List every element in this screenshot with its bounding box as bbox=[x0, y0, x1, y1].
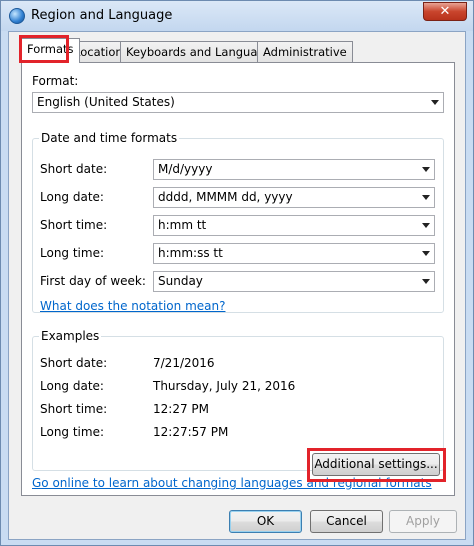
chevron-down-icon bbox=[422, 251, 430, 256]
example-long-date-label: Long date: bbox=[40, 379, 104, 393]
example-short-time-value: 12:27 PM bbox=[153, 402, 209, 416]
first-day-of-week-value: Sunday bbox=[158, 274, 203, 288]
globe-icon bbox=[9, 8, 25, 24]
tab-administrative[interactable]: Administrative bbox=[257, 41, 353, 62]
example-long-date-value: Thursday, July 21, 2016 bbox=[153, 379, 296, 393]
format-combobox[interactable]: English (United States) bbox=[32, 92, 444, 113]
window-title: Region and Language bbox=[31, 8, 173, 23]
short-date-value: M/d/yyyy bbox=[158, 162, 213, 176]
format-label: Format: bbox=[32, 74, 79, 88]
go-online-link[interactable]: Go online to learn about changing langua… bbox=[32, 476, 432, 490]
format-value: English (United States) bbox=[37, 95, 175, 109]
short-time-combobox[interactable]: h:mm tt bbox=[153, 215, 435, 236]
close-button[interactable]: ✕ bbox=[423, 2, 467, 21]
long-time-label: Long time: bbox=[40, 246, 105, 260]
short-time-value: h:mm tt bbox=[158, 218, 207, 232]
first-day-of-week-combobox[interactable]: Sunday bbox=[153, 271, 435, 292]
example-long-time-label: Long time: bbox=[40, 425, 105, 439]
long-date-combobox[interactable]: dddd, MMMM dd, yyyy bbox=[153, 187, 435, 208]
examples-title: Examples bbox=[39, 329, 102, 343]
cancel-button[interactable]: Cancel bbox=[310, 510, 383, 533]
title-bar: Region and Language ✕ bbox=[1, 1, 473, 31]
additional-settings-button[interactable]: Additional settings... bbox=[312, 453, 440, 476]
short-time-label: Short time: bbox=[40, 218, 108, 232]
chevron-down-icon bbox=[422, 195, 430, 200]
tab-formats[interactable]: Formats bbox=[21, 38, 80, 63]
apply-button[interactable]: Apply bbox=[389, 510, 457, 533]
chevron-down-icon bbox=[422, 279, 430, 284]
ok-button[interactable]: OK bbox=[229, 510, 302, 533]
dialog-client-area: Formats Location Keyboards and Languages… bbox=[8, 31, 466, 540]
chevron-down-icon bbox=[431, 100, 439, 105]
short-date-combobox[interactable]: M/d/yyyy bbox=[153, 159, 435, 180]
long-date-value: dddd, MMMM dd, yyyy bbox=[158, 190, 293, 204]
formats-tab-page: Format: English (United States) Date and… bbox=[21, 62, 455, 496]
example-long-time-value: 12:27:57 PM bbox=[153, 425, 229, 439]
region-and-language-window: Region and Language ✕ Formats Location K… bbox=[0, 0, 474, 546]
example-short-time-label: Short time: bbox=[40, 402, 108, 416]
example-short-date-value: 7/21/2016 bbox=[153, 356, 215, 370]
long-time-value: h:mm:ss tt bbox=[158, 246, 223, 260]
long-date-label: Long date: bbox=[40, 190, 104, 204]
date-time-formats-title: Date and time formats bbox=[39, 131, 180, 145]
notation-help-link[interactable]: What does the notation mean? bbox=[40, 299, 225, 313]
chevron-down-icon bbox=[422, 167, 430, 172]
short-date-label: Short date: bbox=[40, 162, 108, 176]
first-day-of-week-label: First day of week: bbox=[40, 274, 146, 288]
long-time-combobox[interactable]: h:mm:ss tt bbox=[153, 243, 435, 264]
example-short-date-label: Short date: bbox=[40, 356, 108, 370]
chevron-down-icon bbox=[422, 223, 430, 228]
